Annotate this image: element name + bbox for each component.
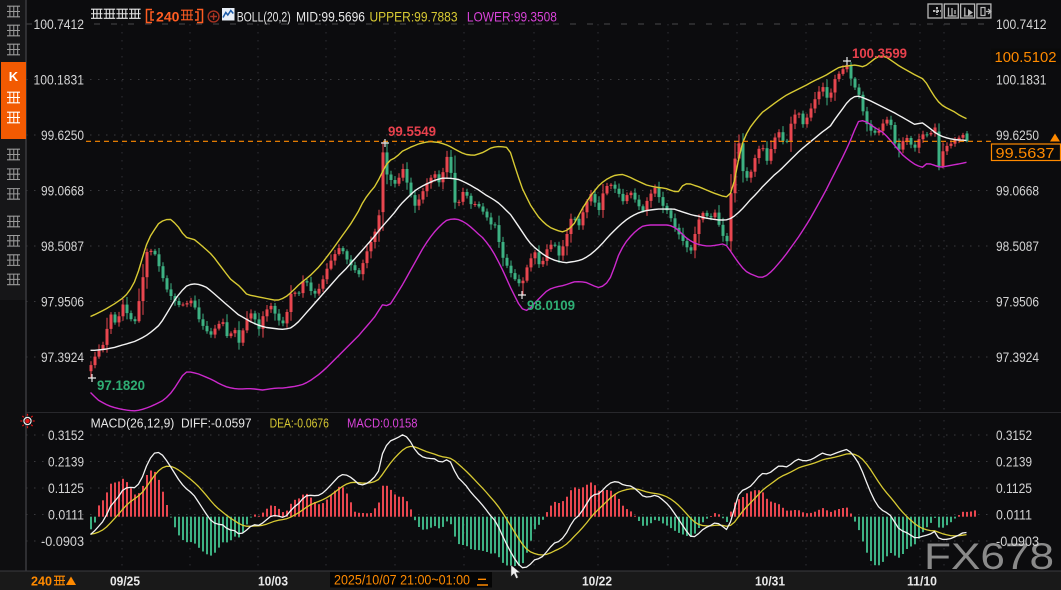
svg-text:-0.0903: -0.0903 — [996, 533, 1039, 549]
svg-text:99.6250: 99.6250 — [996, 127, 1039, 143]
svg-text:0.2139: 0.2139 — [996, 453, 1032, 469]
svg-text:98.0109: 98.0109 — [527, 298, 575, 313]
svg-text:99.5549: 99.5549 — [388, 124, 436, 139]
svg-text:98.5087: 98.5087 — [41, 238, 84, 254]
svg-text:UPPER:99.7883: UPPER:99.7883 — [370, 10, 458, 25]
svg-text:11/10: 11/10 — [907, 574, 937, 589]
svg-text:99.0668: 99.0668 — [41, 182, 84, 198]
svg-text:98.5087: 98.5087 — [996, 238, 1039, 254]
svg-text:100.5102: 100.5102 — [995, 50, 1057, 66]
svg-text:97.9506: 97.9506 — [41, 293, 84, 309]
svg-text:10/03: 10/03 — [258, 574, 288, 589]
svg-text:MACD(26,12,9): MACD(26,12,9) — [91, 416, 175, 431]
svg-text:09/25: 09/25 — [110, 574, 140, 589]
svg-text:99.0668: 99.0668 — [996, 182, 1039, 198]
svg-text:DEA:-0.0676: DEA:-0.0676 — [270, 416, 329, 431]
svg-text:2025/10/07 21:00~01:00: 2025/10/07 21:00~01:00 — [334, 573, 470, 588]
svg-text:99.5637: 99.5637 — [996, 146, 1055, 162]
svg-text:BOLL(20,2): BOLL(20,2) — [237, 10, 291, 25]
svg-text:97.3924: 97.3924 — [996, 349, 1039, 365]
svg-text:0.0111: 0.0111 — [48, 506, 84, 522]
svg-text:K: K — [9, 69, 19, 84]
svg-text:0.0111: 0.0111 — [996, 506, 1032, 522]
svg-text:97.9506: 97.9506 — [996, 293, 1039, 309]
svg-text:100.7412: 100.7412 — [996, 16, 1047, 32]
svg-text:0.1125: 0.1125 — [48, 480, 84, 496]
svg-text:240: 240 — [31, 574, 52, 589]
svg-text:97.3924: 97.3924 — [41, 349, 84, 365]
svg-text:0.2139: 0.2139 — [48, 453, 84, 469]
svg-text:0.3152: 0.3152 — [996, 427, 1032, 443]
svg-text:100.7412: 100.7412 — [34, 16, 85, 32]
svg-text:100.3599: 100.3599 — [852, 46, 907, 61]
svg-text:LOWER:99.3508: LOWER:99.3508 — [467, 10, 557, 25]
svg-text:-0.0903: -0.0903 — [41, 533, 84, 549]
svg-text:0.3152: 0.3152 — [48, 427, 84, 443]
svg-text:97.1820: 97.1820 — [97, 378, 145, 393]
svg-text:100.1831: 100.1831 — [996, 71, 1047, 87]
svg-text:240: 240 — [156, 9, 180, 25]
svg-text:10/22: 10/22 — [582, 574, 612, 589]
svg-text:99.6250: 99.6250 — [41, 127, 84, 143]
svg-text:DIFF:-0.0597: DIFF:-0.0597 — [181, 416, 252, 431]
svg-text:10/31: 10/31 — [755, 574, 785, 589]
svg-text:MID:99.5696: MID:99.5696 — [296, 10, 365, 25]
svg-text:0.1125: 0.1125 — [996, 480, 1032, 496]
svg-text:100.1831: 100.1831 — [34, 71, 85, 87]
svg-text:MACD:0.0158: MACD:0.0158 — [347, 416, 418, 431]
